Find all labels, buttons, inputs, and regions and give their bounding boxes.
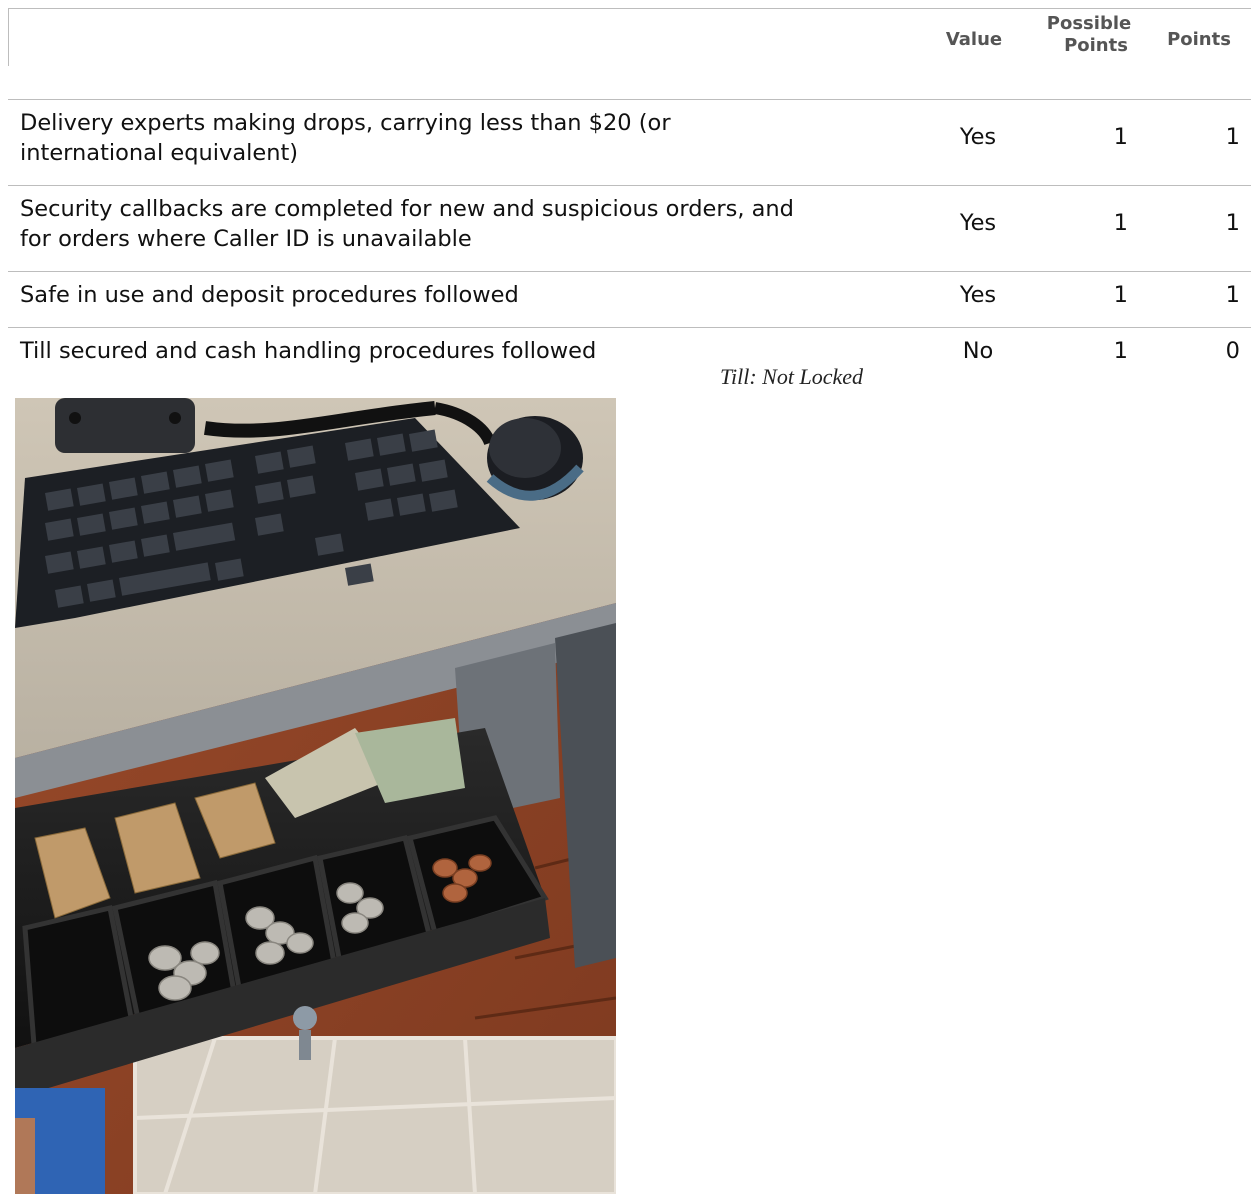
header-points: Points bbox=[1167, 29, 1231, 50]
row-possible: 1 bbox=[1113, 210, 1128, 236]
row-value: Yes bbox=[959, 282, 997, 308]
header-possible-line2: Points bbox=[1064, 35, 1128, 56]
header-value: Value bbox=[945, 29, 1003, 50]
row-value: No bbox=[962, 338, 994, 364]
row-points: 1 bbox=[1225, 124, 1240, 150]
row-possible: 1 bbox=[1113, 338, 1128, 364]
row-points: 1 bbox=[1225, 282, 1240, 308]
row-description: Safe in use and deposit procedures follo… bbox=[20, 282, 519, 308]
header-possible-line1: Possible bbox=[1046, 13, 1132, 34]
row-comment: Till: Not Locked bbox=[720, 364, 863, 389]
table-header: Value Possible Points Points bbox=[8, 8, 1251, 66]
row-description: Delivery experts making drops, carrying … bbox=[20, 110, 671, 166]
lock-icon bbox=[293, 1006, 317, 1030]
mouse-icon bbox=[486, 416, 584, 501]
table-row: Delivery experts making drops, carrying … bbox=[8, 99, 1251, 176]
table-row: Till secured and cash handling procedure… bbox=[8, 327, 1251, 388]
row-value: Yes bbox=[959, 210, 997, 236]
cash-drawer-photo bbox=[15, 398, 616, 1194]
row-description: Security callbacks are completed for new… bbox=[20, 196, 794, 252]
table-row: Safe in use and deposit procedures follo… bbox=[8, 271, 1251, 318]
row-value: Yes bbox=[959, 124, 997, 150]
row-description: Till secured and cash handling procedure… bbox=[20, 338, 597, 364]
floor-tiles bbox=[133, 1036, 616, 1194]
row-points: 0 bbox=[1225, 338, 1240, 364]
header-possible-points: Possible Points bbox=[1039, 13, 1139, 57]
table-row: Security callbacks are completed for new… bbox=[8, 185, 1251, 262]
row-possible: 1 bbox=[1113, 282, 1128, 308]
row-points: 1 bbox=[1225, 210, 1240, 236]
row-possible: 1 bbox=[1113, 124, 1128, 150]
